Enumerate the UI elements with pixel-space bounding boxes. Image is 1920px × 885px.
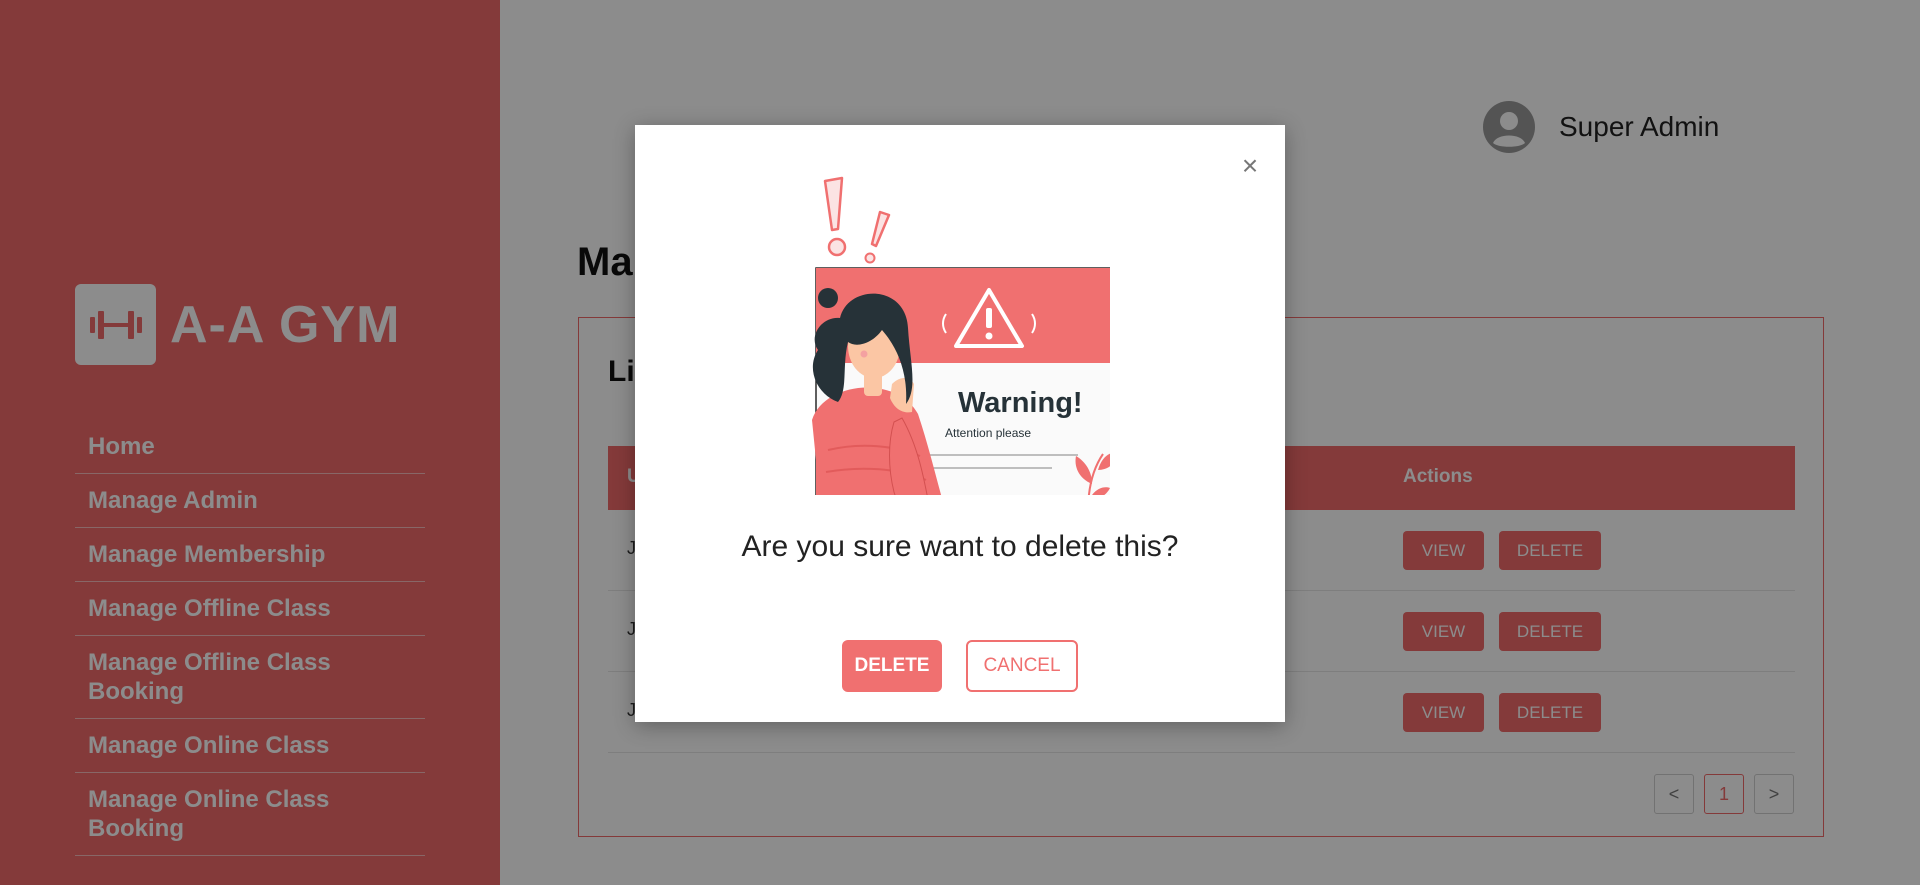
warning-title: Warning! [958, 387, 1083, 419]
delete-confirm-modal: × Warning! Attention please Are you sure… [635, 125, 1285, 722]
confirm-question: Are you sure want to delete this? [741, 530, 1179, 563]
confirm-delete-button[interactable]: DELETE [842, 640, 942, 692]
cancel-button[interactable]: CANCEL [966, 640, 1078, 692]
warning-illustration: Warning! Attention please [812, 176, 1110, 495]
warning-subtitle: Attention please [945, 426, 1031, 440]
close-icon[interactable]: × [1235, 150, 1265, 181]
